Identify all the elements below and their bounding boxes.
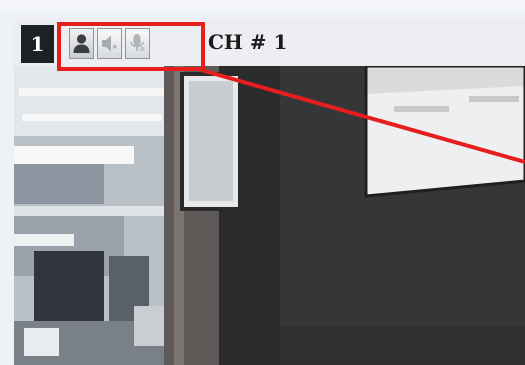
annotation-arrow — [200, 68, 525, 164]
